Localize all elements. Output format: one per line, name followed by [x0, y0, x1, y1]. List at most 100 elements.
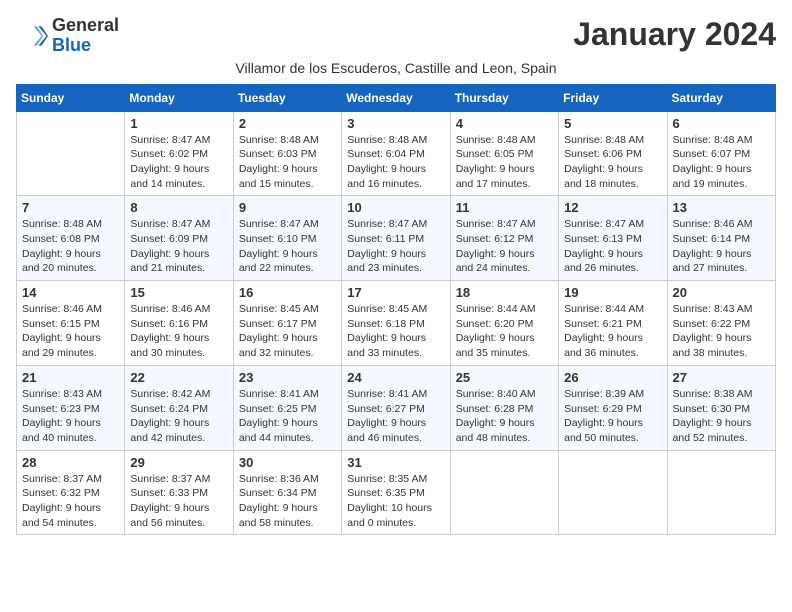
day-number: 19 — [564, 285, 661, 300]
day-info: Sunrise: 8:39 AM Sunset: 6:29 PM Dayligh… — [564, 387, 661, 446]
col-header-wednesday: Wednesday — [342, 84, 450, 111]
calendar-cell — [559, 450, 667, 535]
calendar-cell — [17, 111, 125, 196]
week-row-4: 21 Sunrise: 8:43 AM Sunset: 6:23 PM Dayli… — [17, 365, 776, 450]
calendar-cell: 23Sunrise: 8:41 AM Sunset: 6:25 PM Dayli… — [233, 365, 341, 450]
calendar-cell: 21 Sunrise: 8:43 AM Sunset: 6:23 PM Dayli… — [17, 365, 125, 450]
calendar-cell — [667, 450, 775, 535]
day-info: Sunrise: 8:46 AM Sunset: 6:15 PM Dayligh… — [22, 302, 119, 361]
col-header-friday: Friday — [559, 84, 667, 111]
day-info: Sunrise: 8:43 AM Sunset: 6:23 PM Dayligh… — [22, 387, 119, 446]
day-number: 8 — [130, 200, 227, 215]
calendar-cell: 6Sunrise: 8:48 AM Sunset: 6:07 PM Daylig… — [667, 111, 775, 196]
calendar-cell: 14 Sunrise: 8:46 AM Sunset: 6:15 PM Dayli… — [17, 281, 125, 366]
month-title: January 2024 — [573, 16, 776, 53]
calendar-cell — [450, 450, 558, 535]
day-number: 6 — [673, 116, 770, 131]
calendar-cell: 29 Sunrise: 8:37 AM Sunset: 6:33 PM Dayli… — [125, 450, 233, 535]
week-row-5: 28 Sunrise: 8:37 AM Sunset: 6:32 PM Dayli… — [17, 450, 776, 535]
logo-icon — [16, 20, 48, 52]
day-number: 27 — [673, 370, 770, 385]
col-header-thursday: Thursday — [450, 84, 558, 111]
day-number: 1 — [130, 116, 227, 131]
calendar-cell: 16 Sunrise: 8:45 AM Sunset: 6:17 PM Dayli… — [233, 281, 341, 366]
col-header-sunday: Sunday — [17, 84, 125, 111]
day-number: 30 — [239, 455, 336, 470]
calendar-cell: 8 Sunrise: 8:47 AM Sunset: 6:09 PM Daylig… — [125, 196, 233, 281]
day-info: Sunrise: 8:47 AM Sunset: 6:13 PM Dayligh… — [564, 217, 661, 276]
day-number: 22 — [130, 370, 227, 385]
day-info: Sunrise: 8:48 AM Sunset: 6:04 PM Dayligh… — [347, 133, 444, 192]
calendar-cell: 15Sunrise: 8:46 AM Sunset: 6:16 PM Dayli… — [125, 281, 233, 366]
calendar-cell: 1 Sunrise: 8:47 AM Sunset: 6:02 PM Daylig… — [125, 111, 233, 196]
calendar-cell: 4Sunrise: 8:48 AM Sunset: 6:05 PM Daylig… — [450, 111, 558, 196]
day-info: Sunrise: 8:45 AM Sunset: 6:17 PM Dayligh… — [239, 302, 336, 361]
day-info: Sunrise: 8:41 AM Sunset: 6:27 PM Dayligh… — [347, 387, 444, 446]
calendar-cell: 22 Sunrise: 8:42 AM Sunset: 6:24 PM Dayli… — [125, 365, 233, 450]
header-row: SundayMondayTuesdayWednesdayThursdayFrid… — [17, 84, 776, 111]
day-number: 31 — [347, 455, 444, 470]
logo: General Blue — [16, 16, 119, 56]
calendar-cell: 18 Sunrise: 8:44 AM Sunset: 6:20 PM Dayli… — [450, 281, 558, 366]
calendar-cell: 26Sunrise: 8:39 AM Sunset: 6:29 PM Dayli… — [559, 365, 667, 450]
week-row-1: 1 Sunrise: 8:47 AM Sunset: 6:02 PM Daylig… — [17, 111, 776, 196]
day-info: Sunrise: 8:48 AM Sunset: 6:03 PM Dayligh… — [239, 133, 336, 192]
calendar-cell: 13 Sunrise: 8:46 AM Sunset: 6:14 PM Dayli… — [667, 196, 775, 281]
calendar-cell: 5 Sunrise: 8:48 AM Sunset: 6:06 PM Daylig… — [559, 111, 667, 196]
week-row-3: 14 Sunrise: 8:46 AM Sunset: 6:15 PM Dayli… — [17, 281, 776, 366]
day-info: Sunrise: 8:48 AM Sunset: 6:06 PM Dayligh… — [564, 133, 661, 192]
day-info: Sunrise: 8:45 AM Sunset: 6:18 PM Dayligh… — [347, 302, 444, 361]
day-number: 29 — [130, 455, 227, 470]
day-info: Sunrise: 8:41 AM Sunset: 6:25 PM Dayligh… — [239, 387, 336, 446]
day-info: Sunrise: 8:47 AM Sunset: 6:11 PM Dayligh… — [347, 217, 444, 276]
day-info: Sunrise: 8:37 AM Sunset: 6:32 PM Dayligh… — [22, 472, 119, 531]
day-number: 7 — [22, 200, 119, 215]
day-number: 5 — [564, 116, 661, 131]
col-header-tuesday: Tuesday — [233, 84, 341, 111]
day-number: 12 — [564, 200, 661, 215]
calendar-cell: 3 Sunrise: 8:48 AM Sunset: 6:04 PM Daylig… — [342, 111, 450, 196]
calendar-cell: 2 Sunrise: 8:48 AM Sunset: 6:03 PM Daylig… — [233, 111, 341, 196]
col-header-saturday: Saturday — [667, 84, 775, 111]
day-number: 17 — [347, 285, 444, 300]
day-info: Sunrise: 8:38 AM Sunset: 6:30 PM Dayligh… — [673, 387, 770, 446]
calendar-cell: 24 Sunrise: 8:41 AM Sunset: 6:27 PM Dayli… — [342, 365, 450, 450]
calendar-cell: 28 Sunrise: 8:37 AM Sunset: 6:32 PM Dayli… — [17, 450, 125, 535]
day-number: 16 — [239, 285, 336, 300]
calendar-cell: 31Sunrise: 8:35 AM Sunset: 6:35 PM Dayli… — [342, 450, 450, 535]
day-number: 2 — [239, 116, 336, 131]
calendar-cell: 30Sunrise: 8:36 AM Sunset: 6:34 PM Dayli… — [233, 450, 341, 535]
day-number: 10 — [347, 200, 444, 215]
calendar-cell: 19 Sunrise: 8:44 AM Sunset: 6:21 PM Dayli… — [559, 281, 667, 366]
calendar-table: SundayMondayTuesdayWednesdayThursdayFrid… — [16, 84, 776, 536]
day-info: Sunrise: 8:47 AM Sunset: 6:12 PM Dayligh… — [456, 217, 553, 276]
day-number: 28 — [22, 455, 119, 470]
calendar-cell: 10 Sunrise: 8:47 AM Sunset: 6:11 PM Dayli… — [342, 196, 450, 281]
day-number: 21 — [22, 370, 119, 385]
day-info: Sunrise: 8:44 AM Sunset: 6:20 PM Dayligh… — [456, 302, 553, 361]
day-info: Sunrise: 8:43 AM Sunset: 6:22 PM Dayligh… — [673, 302, 770, 361]
day-number: 13 — [673, 200, 770, 215]
col-header-monday: Monday — [125, 84, 233, 111]
calendar-cell: 25Sunrise: 8:40 AM Sunset: 6:28 PM Dayli… — [450, 365, 558, 450]
day-info: Sunrise: 8:46 AM Sunset: 6:14 PM Dayligh… — [673, 217, 770, 276]
day-number: 14 — [22, 285, 119, 300]
day-info: Sunrise: 8:47 AM Sunset: 6:02 PM Dayligh… — [130, 133, 227, 192]
logo-general-text: General — [52, 15, 119, 35]
day-number: 25 — [456, 370, 553, 385]
day-number: 18 — [456, 285, 553, 300]
day-info: Sunrise: 8:47 AM Sunset: 6:10 PM Dayligh… — [239, 217, 336, 276]
location-title: Villamor de los Escuderos, Castille and … — [16, 60, 776, 76]
calendar-cell: 7Sunrise: 8:48 AM Sunset: 6:08 PM Daylig… — [17, 196, 125, 281]
day-info: Sunrise: 8:47 AM Sunset: 6:09 PM Dayligh… — [130, 217, 227, 276]
day-number: 24 — [347, 370, 444, 385]
calendar-cell: 9Sunrise: 8:47 AM Sunset: 6:10 PM Daylig… — [233, 196, 341, 281]
day-number: 3 — [347, 116, 444, 131]
day-info: Sunrise: 8:37 AM Sunset: 6:33 PM Dayligh… — [130, 472, 227, 531]
day-info: Sunrise: 8:42 AM Sunset: 6:24 PM Dayligh… — [130, 387, 227, 446]
title-block: January 2024 — [573, 16, 776, 53]
page-header: General Blue January 2024 — [16, 16, 776, 56]
logo-blue-text: Blue — [52, 35, 91, 55]
day-number: 4 — [456, 116, 553, 131]
day-info: Sunrise: 8:44 AM Sunset: 6:21 PM Dayligh… — [564, 302, 661, 361]
